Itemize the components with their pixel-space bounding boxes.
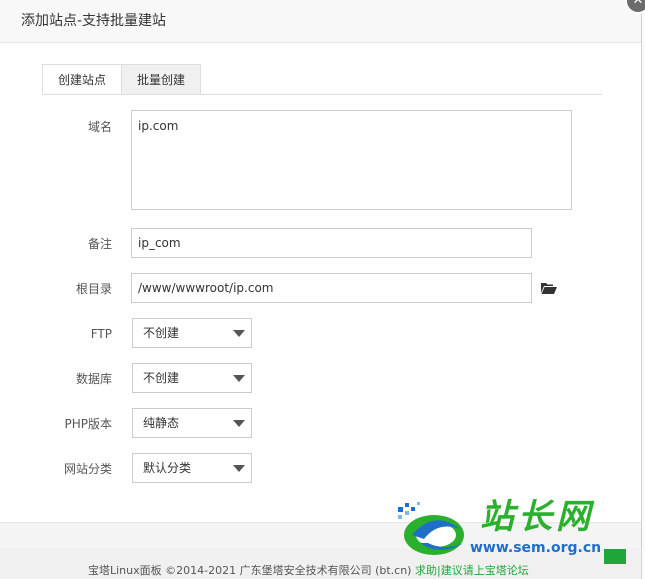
- chevron-down-icon: [233, 330, 245, 337]
- chevron-down-icon: [233, 420, 245, 427]
- ftp-select-value: 不创建: [143, 326, 180, 340]
- database-select-value: 不创建: [143, 371, 180, 385]
- domain-textarea[interactable]: ip.com: [131, 110, 572, 210]
- watermark-url: www.sem.org.cn: [470, 540, 602, 556]
- watermark: 站长网 www.sem.org.cn: [394, 495, 619, 579]
- tab-batch-create[interactable]: 批量创建: [121, 64, 201, 94]
- php-version-select-value: 纯静态: [143, 416, 180, 430]
- chevron-down-icon: [233, 375, 245, 382]
- watermark-site-name: 站长网: [480, 497, 594, 537]
- remark-label: 备注: [87, 237, 112, 251]
- chevron-down-icon: [233, 465, 245, 472]
- footer-copyright: 宝塔Linux面板 ©2014-2021 广东堡塔安全技术有限公司 (bt.cn…: [88, 564, 412, 577]
- domain-label: 域名: [87, 120, 112, 134]
- ftp-select[interactable]: 不创建: [132, 318, 252, 348]
- site-category-select[interactable]: 默认分类: [132, 453, 252, 483]
- remark-input[interactable]: ip_com: [131, 228, 532, 258]
- database-select[interactable]: 不创建: [132, 363, 252, 393]
- watermark-logo: [398, 502, 464, 555]
- folder-open-icon[interactable]: [541, 282, 557, 294]
- php-version-label: PHP版本: [64, 417, 113, 431]
- modal-header: 添加站点-支持批量建站: [0, 0, 641, 43]
- modal-title: 添加站点-支持批量建站: [21, 13, 167, 29]
- root-dir-label: 根目录: [75, 282, 112, 296]
- database-label: 数据库: [75, 372, 112, 386]
- php-version-select[interactable]: 纯静态: [132, 408, 252, 438]
- ftp-label: FTP: [90, 327, 112, 341]
- add-site-modal: 添加站点-支持批量建站 创建站点 批量创建 域名 ip.com 备注 ip_co…: [0, 0, 642, 549]
- site-category-select-value: 默认分类: [143, 461, 192, 475]
- tab-bar: 创建站点 批量创建: [42, 64, 602, 95]
- site-category-label: 网站分类: [63, 462, 112, 476]
- root-dir-input[interactable]: /www/wwwroot/ip.com: [131, 273, 532, 303]
- tab-create-site[interactable]: 创建站点: [42, 64, 122, 94]
